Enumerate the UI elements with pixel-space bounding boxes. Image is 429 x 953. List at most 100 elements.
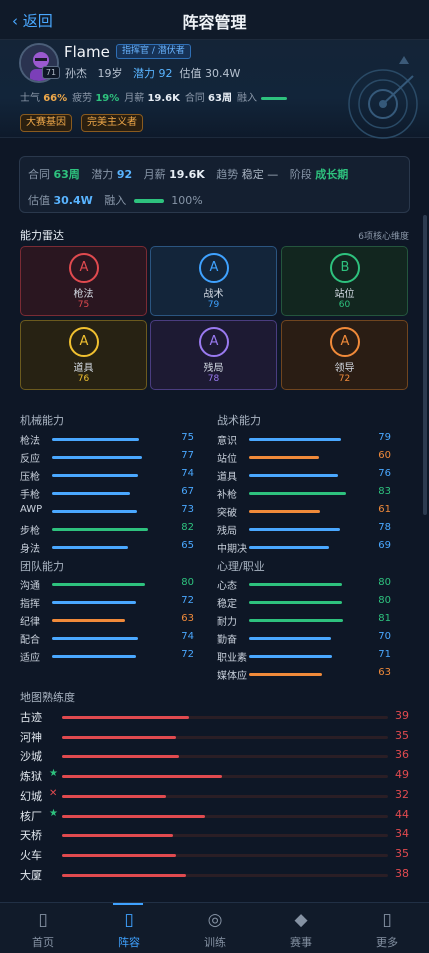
skill-bar-fill <box>52 492 131 495</box>
skill-row-稳定: 稳定 80 <box>217 594 391 611</box>
radar-subtitle: 6项核心维度 <box>358 232 409 242</box>
skill-bar-fill <box>249 655 332 658</box>
skill-bar-track <box>249 438 359 441</box>
role-badge: 指挥官 / 潜伏者 <box>116 44 191 59</box>
skill-name: 纪律 <box>20 617 40 628</box>
skill-bar-track <box>52 637 162 640</box>
radar-value: 79 <box>207 300 220 310</box>
radar-card-枪法[interactable]: A 枪法 75 <box>20 246 147 316</box>
skill-row-突破: 突破 61 <box>217 503 391 520</box>
trait-tag[interactable]: 大赛基因 <box>20 114 72 132</box>
nav-item-更多[interactable]: ▯ 更多 <box>344 903 429 953</box>
skill-bar-fill <box>52 637 139 640</box>
fuse-progress <box>133 199 164 203</box>
radar-value: 72 <box>338 374 351 384</box>
nav-item-训练[interactable]: ◎ 训练 <box>172 903 258 953</box>
potential-label: 潜力 <box>133 67 155 80</box>
map-value: 34 <box>395 827 409 841</box>
map-bar-fill <box>62 716 190 719</box>
skill-name: 枪法 <box>20 436 40 447</box>
skill-name: 中期决 <box>217 544 247 555</box>
skill-row-手枪: 手枪 67 <box>20 485 194 502</box>
skill-name: AWP <box>20 504 43 515</box>
radar-card-领导[interactable]: A 领导 72 <box>281 320 408 390</box>
skill-row-反应: 反应 77 <box>20 449 194 466</box>
skill-name: 身法 <box>20 544 40 555</box>
nav-item-阵容[interactable]: ▯ 阵容 <box>86 903 172 953</box>
skill-row-配合: 配合 74 <box>20 630 194 647</box>
map-value: 39 <box>395 709 409 722</box>
mechanical-title: 机械能力 <box>20 414 64 427</box>
skill-bar-track <box>249 619 359 622</box>
skill-name: 站位 <box>217 454 237 465</box>
scrollbar[interactable] <box>423 215 427 515</box>
skill-name: 指挥 <box>20 599 40 610</box>
map-name: 河神 <box>20 730 42 744</box>
map-row-炼狱[interactable]: 炼狱 ★ 49 <box>20 768 409 785</box>
skill-bar-track <box>249 673 359 676</box>
fuse-progress <box>260 96 287 100</box>
radar-label: 领导 <box>334 363 355 374</box>
map-bar-track <box>62 775 388 779</box>
skill-value: 65 <box>181 540 194 551</box>
map-row-幻城[interactable]: 幻城 ✕ 32 <box>20 788 409 805</box>
contract-line-2: 估值 30.4W 融入 100% <box>28 192 203 208</box>
stat-label: 士气 <box>20 93 44 104</box>
potential-label: 潜力 <box>91 168 114 181</box>
skill-bar-fill <box>52 438 140 441</box>
map-value: 38 <box>395 866 409 880</box>
skill-value: 70 <box>378 631 391 642</box>
radar-card-站位[interactable]: B 站位 60 <box>281 246 408 316</box>
stat-value: 63周 <box>208 93 232 104</box>
map-name: 炼狱 <box>20 770 42 784</box>
trait-tag[interactable]: 完美主义者 <box>81 114 143 132</box>
skill-value: 80 <box>378 595 391 606</box>
radar-card-残局[interactable]: A 残局 78 <box>150 320 277 390</box>
top-bar: ‹ 返回 阵容管理 <box>0 0 429 40</box>
radar-value: 60 <box>338 300 351 310</box>
grade-badge: A <box>69 327 99 357</box>
stat-label: 月薪 <box>124 93 148 104</box>
radar-card-战术[interactable]: A 战术 79 <box>150 246 277 316</box>
radar-value: 78 <box>207 374 220 384</box>
skill-value: 80 <box>181 577 194 588</box>
map-row-大厦[interactable]: 大厦 38 <box>20 867 409 884</box>
stage-value: 成长期 <box>315 168 349 181</box>
skill-bar-fill <box>249 619 344 622</box>
cross-icon: ✕ <box>49 787 58 799</box>
map-row-核厂[interactable]: 核厂 ★ 44 <box>20 808 409 825</box>
skill-bar-fill <box>52 510 138 513</box>
skill-name: 配合 <box>20 635 40 646</box>
star-icon: ★ <box>49 807 58 819</box>
map-name: 天桥 <box>20 829 42 843</box>
skill-row-适应: 适应 72 <box>20 648 194 665</box>
stat-value: 19% <box>95 93 120 104</box>
skill-bar-track <box>52 438 162 441</box>
skill-bar-track <box>52 456 162 459</box>
radar-label: 战术 <box>203 289 224 300</box>
bottom-nav: ▯ 首页 ▯ 阵容 ◎ 训练 ◆ 赛事 ▯ 更多 <box>0 902 429 953</box>
skill-bar-fill <box>249 438 342 441</box>
nav-item-首页[interactable]: ▯ 首页 <box>0 903 86 953</box>
skill-row-身法: 身法 65 <box>20 539 194 556</box>
nav-item-赛事[interactable]: ◆ 赛事 <box>258 903 344 953</box>
radar-card-道具[interactable]: A 道具 76 <box>20 320 147 390</box>
skill-bar-track <box>249 601 359 604</box>
training-icon: ◎ <box>207 910 223 930</box>
map-row-古迹[interactable]: 古迹 39 <box>20 709 409 726</box>
map-row-沙城[interactable]: 沙城 36 <box>20 748 409 765</box>
radar-decoration-icon <box>348 56 418 139</box>
grade-badge: B <box>330 253 360 283</box>
map-name: 核厂 <box>20 809 42 823</box>
skill-bar-track <box>52 510 162 513</box>
player-name: Flame <box>64 43 110 61</box>
map-row-火车[interactable]: 火车 35 <box>20 847 409 864</box>
fuse-value: 100% <box>171 194 203 207</box>
map-row-天桥[interactable]: 天桥 34 <box>20 827 409 844</box>
skill-row-残局: 残局 78 <box>217 521 391 538</box>
salary-label: 月薪 <box>143 168 166 181</box>
map-bar-track <box>62 755 388 759</box>
radar-label: 站位 <box>334 289 355 300</box>
map-row-河神[interactable]: 河神 35 <box>20 729 409 746</box>
scroll-content[interactable]: 71 Flame 指挥官 / 潜伏者 孙杰 19岁 潜力 92 估值 30.4W… <box>0 40 429 902</box>
